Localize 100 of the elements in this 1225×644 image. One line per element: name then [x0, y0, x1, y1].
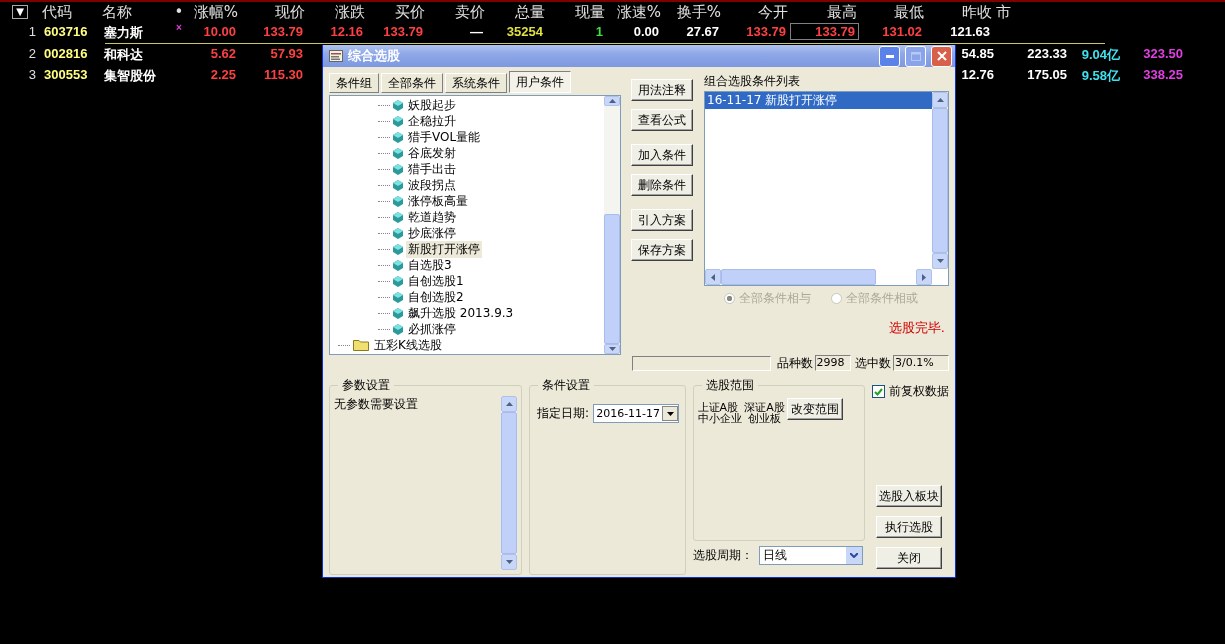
- scroll-down-icon[interactable]: [505, 560, 513, 564]
- table-cell-text: 27.67: [685, 24, 720, 39]
- tree-item[interactable]: 抄底涨停: [406, 224, 458, 242]
- flag-mark: ×: [175, 22, 183, 33]
- tree-item[interactable]: 自选股3: [406, 256, 454, 274]
- tree-item[interactable]: 涨停板高量: [406, 192, 470, 210]
- scrollbar-thumb[interactable]: [721, 269, 876, 285]
- tree-folder[interactable]: 五彩K线选股: [372, 336, 444, 354]
- table-cell-text: 002816: [43, 46, 89, 61]
- table-cell-text: 集智股份: [103, 67, 157, 85]
- column-header[interactable]: 名称: [100, 2, 170, 22]
- date-label: 指定日期:: [537, 405, 590, 422]
- column-header[interactable]: 最低: [859, 2, 926, 22]
- tree-item[interactable]: 猎手VOL量能: [406, 128, 483, 146]
- column-header[interactable]: 最高: [790, 2, 859, 22]
- gem-icon: [393, 115, 403, 127]
- scroll-left-icon[interactable]: [711, 273, 715, 281]
- table-cell: 54.85: [961, 46, 994, 61]
- table-cell-text: 115.30: [262, 67, 304, 82]
- action-button[interactable]: 加入条件: [631, 144, 693, 166]
- column-header[interactable]: 买价: [367, 2, 427, 22]
- tree-item[interactable]: 企稳拉升: [406, 112, 458, 130]
- gem-icon: [393, 131, 403, 143]
- tree-item[interactable]: 波段拐点: [406, 176, 458, 194]
- action-button[interactable]: 用法注释: [631, 79, 693, 101]
- tab[interactable]: 全部条件: [381, 73, 443, 93]
- tree-item[interactable]: 自创选股2: [406, 288, 466, 306]
- tree-item[interactable]: 飙升选股 2013.9.3: [406, 304, 516, 322]
- action-button[interactable]: 删除条件: [631, 174, 693, 196]
- column-header[interactable]: 现价: [240, 2, 307, 22]
- action-button[interactable]: 执行选股: [875, 516, 942, 538]
- table-cell-text: 和科达: [103, 46, 144, 64]
- tab[interactable]: 系统条件: [445, 73, 507, 93]
- maximize-icon: [910, 51, 921, 61]
- table-cell-text: 300553: [43, 67, 89, 82]
- gem-icon: [393, 163, 403, 175]
- table-cell-text: 5.62: [209, 46, 237, 61]
- action-button[interactable]: 查看公式: [631, 109, 693, 131]
- maximize-button[interactable]: [905, 45, 926, 67]
- table-cell-text: 12.16: [329, 24, 364, 39]
- gem-icon: [393, 147, 403, 159]
- column-header[interactable]: 卖价: [427, 2, 487, 22]
- gem-icon: [393, 291, 403, 303]
- close-button[interactable]: [931, 45, 952, 67]
- tree-item[interactable]: 妖股起步: [406, 96, 458, 114]
- scrollbar-thumb[interactable]: [501, 412, 518, 554]
- row-number: 3: [27, 67, 36, 82]
- tree-item[interactable]: 谷底发射: [406, 144, 458, 162]
- list-item[interactable]: 16-11-17 新股打开涨停: [705, 92, 932, 109]
- column-header[interactable]: 昨收: [926, 2, 994, 22]
- market-label: 上证A股: [697, 402, 739, 413]
- tree-item[interactable]: 新股打开涨停: [406, 240, 482, 258]
- column-header[interactable]: 代码: [40, 2, 100, 22]
- table-cell-text: 塞力斯: [103, 24, 144, 42]
- tree-item[interactable]: 必抓涨停: [406, 320, 458, 338]
- column-header[interactable]: 换手%: [663, 2, 723, 22]
- sort-menu-button[interactable]: ▼: [12, 5, 28, 19]
- scroll-up-icon[interactable]: [505, 402, 513, 406]
- date-picker[interactable]: 2016-11-17: [593, 404, 680, 423]
- dropdown-icon[interactable]: [666, 411, 674, 416]
- column-header[interactable]: 今开: [723, 2, 790, 22]
- column-header[interactable]: 市: [994, 2, 1067, 22]
- close-dialog-button[interactable]: 关闭: [875, 547, 942, 569]
- tree-item[interactable]: 自创选股1: [406, 272, 466, 290]
- table-cell: 133.79: [790, 23, 859, 40]
- list-title: 组合选股条件列表: [704, 73, 800, 90]
- scroll-up-icon[interactable]: [608, 99, 616, 103]
- tab[interactable]: 条件组: [329, 73, 379, 93]
- count-label: 选中数: [854, 354, 891, 372]
- action-button[interactable]: 选股入板块: [875, 485, 942, 507]
- checkbox[interactable]: [871, 385, 885, 398]
- column-header[interactable]: 现量: [547, 2, 607, 22]
- action-button[interactable]: 保存方案: [631, 239, 693, 261]
- scrollbar-thumb[interactable]: [604, 214, 620, 344]
- table-cell: 338.25: [1143, 67, 1183, 82]
- tree-item[interactable]: 乾道趋势: [406, 208, 458, 226]
- scroll-up-icon[interactable]: [936, 98, 944, 102]
- table-cell-text: 57.93: [269, 46, 304, 61]
- column-header[interactable]: 涨速%: [607, 2, 663, 22]
- table-cell-text: 133.79: [745, 24, 787, 39]
- group-title: 选股范围: [704, 377, 755, 394]
- change-scope-button[interactable]: 改变范围: [786, 398, 843, 420]
- period-dropdown[interactable]: 日线: [758, 546, 863, 565]
- column-header[interactable]: 涨幅%: [188, 2, 240, 22]
- tree-item[interactable]: 猎手出击: [406, 160, 458, 178]
- gem-icon: [393, 211, 403, 223]
- scroll-down-icon[interactable]: [936, 259, 944, 263]
- scroll-right-icon[interactable]: [922, 273, 926, 281]
- column-header[interactable]: 总量: [487, 2, 547, 22]
- column-header[interactable]: •: [170, 3, 188, 21]
- scrollbar-thumb[interactable]: [932, 108, 948, 253]
- minimize-button[interactable]: [879, 45, 900, 67]
- tab[interactable]: 用户条件: [509, 71, 571, 93]
- gem-icon: [393, 179, 403, 191]
- gem-icon: [393, 275, 403, 287]
- action-button[interactable]: 引入方案: [631, 209, 693, 231]
- column-header[interactable]: 涨跌: [307, 2, 367, 22]
- scroll-down-icon[interactable]: [608, 347, 616, 351]
- window-icon: [329, 50, 343, 62]
- table-cell-text: 1: [594, 24, 604, 39]
